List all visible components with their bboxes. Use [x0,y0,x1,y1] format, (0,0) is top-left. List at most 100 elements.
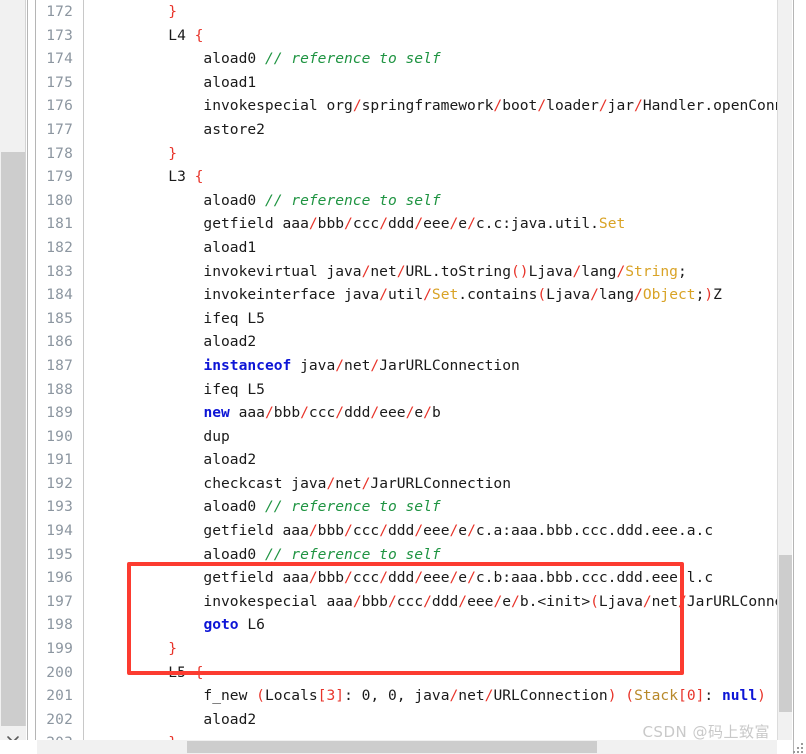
code-line[interactable]: 184 invokeinterface java/util/Set.contai… [37,283,777,307]
code-line[interactable]: 172 } [37,0,777,24]
editor-vertical-scrollbar-thumb[interactable] [779,555,792,712]
line-number: 200 [46,664,73,681]
bytecode-editor[interactable]: 172 } 173 L4 {174 aload0 // reference to … [37,0,777,740]
code-token: aload1 [98,238,257,256]
window-right-rail [793,0,806,754]
code-line[interactable]: 175 aload1 [37,70,777,95]
code-token: / [414,569,424,587]
code-token: boot [502,97,538,115]
code-line[interactable]: 188 ifeq L5 [37,377,777,402]
code-line[interactable]: 180 aload0 // reference to self [37,188,777,213]
code-token: ccc [352,215,380,233]
code-line[interactable]: 187 instanceof java/net/JarURLConnection [37,353,777,378]
resize-grip-icon[interactable] [793,741,805,753]
code-line-text: checkcast java/net/JarURLConnection [84,472,777,496]
code-token: eee [467,592,494,610]
code-line[interactable]: 181 getfield aaa/bbb/ccc/ddd/eee/e/c.c:j… [37,212,777,236]
code-line[interactable]: 189 new aaa/bbb/ccc/ddd/eee/e/b [37,401,777,425]
line-number: 174 [46,51,73,68]
code-line[interactable]: 177 astore2 [37,117,777,142]
code-token: L3 [98,168,195,186]
line-number: 203 [37,732,83,740]
editor-vertical-scrollbar[interactable] [777,0,792,740]
code-line[interactable]: 173 L4 { [37,23,777,48]
outer-vertical-scrollbar[interactable] [0,0,26,754]
code-line-text: invokevirtual java/net/URL.toString()Lja… [84,260,777,284]
code-token: eee [423,522,450,540]
code-token: b.<init> [519,592,591,610]
code-token: / [590,286,599,304]
code-line[interactable]: 196 getfield aaa/bbb/ccc/ddd/eee/e/c.b:a… [37,566,777,590]
code-token: c.a:aaa.bbb.ccc.ddd.eee.a.c [475,522,714,540]
code-token: ddd [387,569,415,587]
code-line-text: } [84,142,777,166]
code-token: / [335,404,345,422]
code-token: ddd [431,592,459,610]
code-token: / [379,522,388,540]
code-token: eee [379,404,406,422]
code-token: java [291,356,336,374]
line-number: 187 [46,357,73,374]
code-line[interactable]: 174 aload0 // reference to self [37,47,777,71]
code-line[interactable]: 176 invokespecial org/springframework/bo… [37,94,777,118]
editor-horizontal-scrollbar[interactable] [37,740,777,754]
code-line[interactable]: 185 ifeq L5 [37,306,777,331]
code-line[interactable]: 179 L3 { [37,165,777,189]
line-number: 180 [46,192,73,209]
code-line[interactable]: 199 } [37,637,777,661]
code-token: / [642,592,652,610]
code-line[interactable]: 201 f_new (Locals[3]: 0, 0, java/net/URL… [37,684,777,708]
code-token: / [493,592,503,610]
line-number: 188 [46,381,73,398]
code-line[interactable]: 198 goto L6 [37,613,777,638]
code-token: invokespecial org [98,97,353,115]
code-token: invokespecial aaa [98,592,353,610]
code-line[interactable]: 178 } [37,141,777,166]
code-line[interactable]: 197 invokespecial aaa/bbb/ccc/ddd/eee/e/… [37,589,777,614]
code-token: ifeq L5 [98,380,265,398]
code-line[interactable]: 191 aload2 [37,448,777,472]
code-token: / [616,262,626,280]
code-token: bbb [317,522,345,540]
code-token: aload0 [98,545,265,563]
code-line[interactable]: 183 invokevirtual java/net/URL.toString(… [37,259,777,284]
code-line[interactable]: 182 aload1 [37,235,777,260]
code-token: lang [581,262,617,280]
code-line[interactable]: 194 getfield aaa/bbb/ccc/ddd/eee/e/c.a:a… [37,519,777,543]
code-line[interactable]: 192 checkcast java/net/JarURLConnection [37,471,777,496]
code-token: } [168,144,178,162]
code-token: Ljava [546,286,591,304]
code-token: / [449,215,459,233]
code-token: net [651,592,679,610]
code-line[interactable]: 186 aload2 [37,330,777,354]
code-token: / [344,569,353,587]
outer-vertical-scrollbar-thumb[interactable] [1,152,25,726]
code-token: URLConnection [493,687,608,705]
code-line[interactable]: 200 L5 { [37,660,777,685]
code-line-text: aload1 [84,71,777,95]
code-token: URL.toString [405,262,511,280]
code-token: net [370,262,397,280]
code-token: bbb [361,592,388,610]
code-token: eee [423,215,450,233]
code-token: ( [537,286,547,304]
code-line-text: getfield aaa/bbb/ccc/ddd/eee/e/c.c:java.… [84,212,777,236]
code-line[interactable]: 195 aload0 // reference to self [37,542,777,567]
line-number: 175 [46,74,73,91]
code-token: aload0 [98,498,265,516]
code-line[interactable]: 190 dup [37,424,777,449]
code-token: Set [598,215,626,233]
code-token: bbb [317,569,345,587]
editor-horizontal-scrollbar-thumb[interactable] [187,741,597,753]
code-token: 3 [326,687,336,705]
code-token: Set [431,286,459,304]
code-line-text: new aaa/bbb/ccc/ddd/eee/e/b [84,401,777,425]
code-lines-container: 172 } 173 L4 {174 aload0 // reference to … [37,0,777,740]
code-line-text: aload0 // reference to self [84,495,777,519]
code-line-text: L4 { [84,24,777,48]
code-token: ccc [396,592,424,610]
code-line[interactable]: 193 aload0 // reference to self [37,495,777,520]
